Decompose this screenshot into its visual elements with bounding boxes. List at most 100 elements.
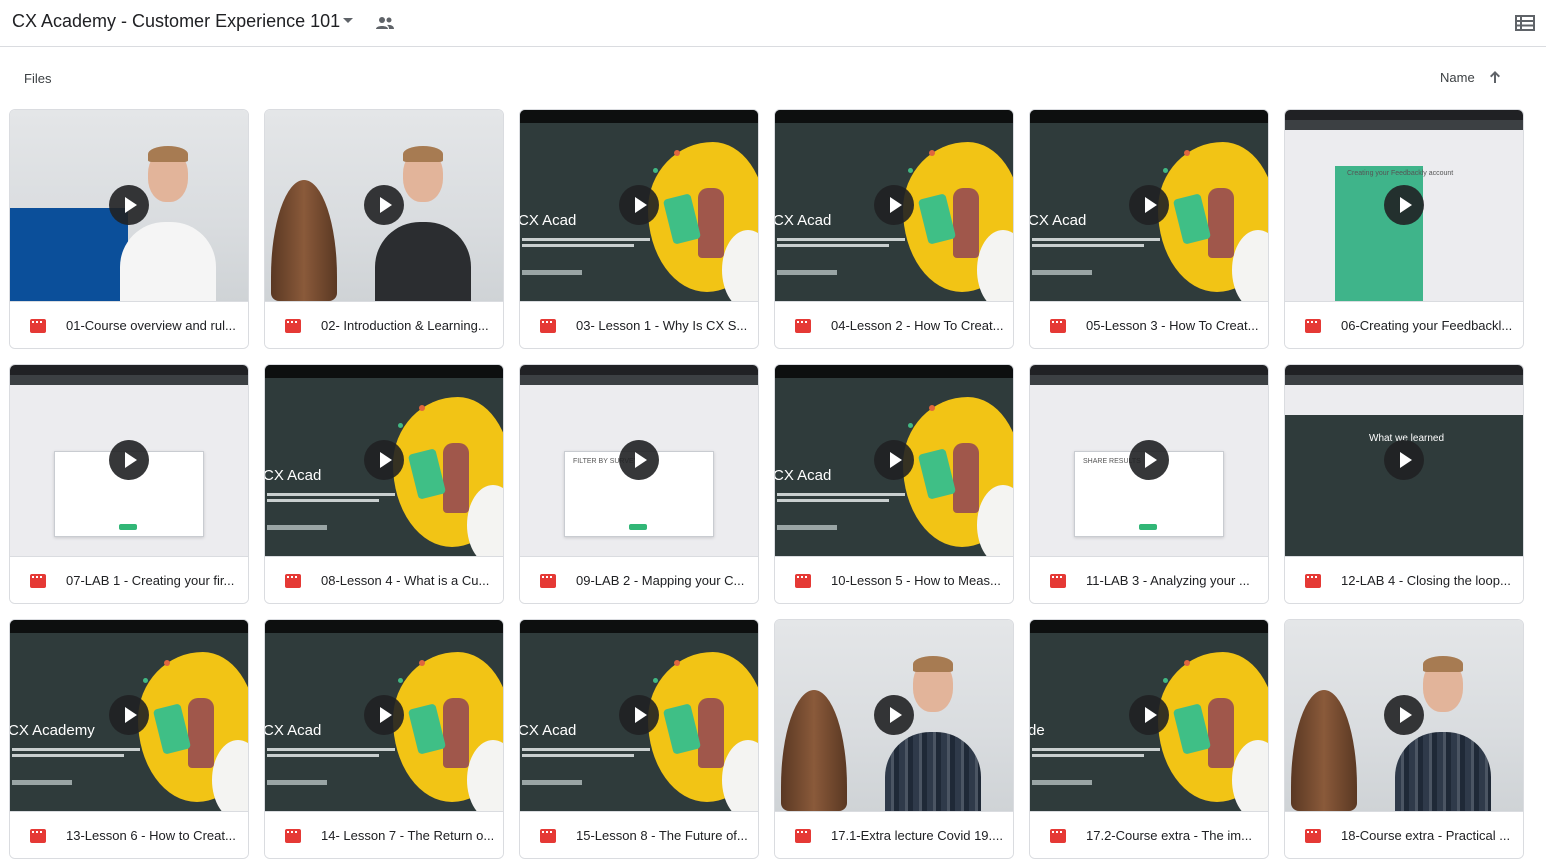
list-view-icon[interactable]: [1514, 13, 1536, 33]
file-card[interactable]: Creating your Feedbackly account 06-Creat…: [1284, 109, 1524, 349]
play-icon[interactable]: [619, 440, 659, 480]
file-name[interactable]: 11-LAB 3 - Analyzing your ...: [1086, 573, 1258, 588]
file-card[interactable]: 01-Course overview and rul...: [9, 109, 249, 349]
file-card[interactable]: CX Acad 05-Lesson 3 - How To Creat...: [1029, 109, 1269, 349]
video-thumbnail[interactable]: Creating your Feedbackly account: [1285, 110, 1523, 301]
file-card[interactable]: CX Acad 10-Lesson 5 - How to Meas...: [774, 364, 1014, 604]
slide-decoration: [267, 525, 327, 530]
video-thumbnail[interactable]: [775, 620, 1013, 811]
play-icon[interactable]: [874, 185, 914, 225]
file-card-footer: 13-Lesson 6 - How to Creat...: [10, 811, 248, 858]
file-name[interactable]: 10-Lesson 5 - How to Meas...: [831, 573, 1003, 588]
video-thumbnail[interactable]: SHARE RESULTS: [1030, 365, 1268, 556]
video-thumbnail[interactable]: CX Academy: [10, 620, 248, 811]
play-icon[interactable]: [619, 695, 659, 735]
play-icon[interactable]: [1384, 185, 1424, 225]
play-icon[interactable]: [874, 440, 914, 480]
video-thumbnail[interactable]: CX Acad: [265, 620, 503, 811]
play-icon[interactable]: [364, 440, 404, 480]
slide-decoration: [188, 698, 214, 768]
file-card[interactable]: SHARE RESULTS 11-LAB 3 - Analyzing your .…: [1029, 364, 1269, 604]
video-thumbnail[interactable]: What we learned: [1285, 365, 1523, 556]
play-icon[interactable]: [1129, 440, 1169, 480]
file-card[interactable]: de 17.2-Course extra - The im...: [1029, 619, 1269, 859]
video-thumbnail[interactable]: [10, 110, 248, 301]
play-icon[interactable]: [1129, 695, 1169, 735]
file-name[interactable]: 08-Lesson 4 - What is a Cu...: [321, 573, 493, 588]
play-icon[interactable]: [109, 185, 149, 225]
play-icon[interactable]: [1384, 695, 1424, 735]
file-name[interactable]: 01-Course overview and rul...: [66, 318, 238, 333]
file-card-footer: 17.2-Course extra - The im...: [1030, 811, 1268, 858]
play-icon[interactable]: [1384, 440, 1424, 480]
file-card[interactable]: 18-Course extra - Practical ...: [1284, 619, 1524, 859]
video-thumbnail[interactable]: CX Acad: [520, 110, 758, 301]
play-icon[interactable]: [619, 185, 659, 225]
video-file-icon: [1050, 574, 1066, 588]
file-name[interactable]: 06-Creating your Feedbackl...: [1341, 318, 1513, 333]
file-card[interactable]: CX Acad 15-Lesson 8 - The Future of...: [519, 619, 759, 859]
file-name[interactable]: 09-LAB 2 - Mapping your C...: [576, 573, 748, 588]
file-name[interactable]: 15-Lesson 8 - The Future of...: [576, 828, 748, 843]
file-name[interactable]: 07-LAB 1 - Creating your fir...: [66, 573, 238, 588]
video-thumbnail[interactable]: de: [1030, 620, 1268, 811]
play-icon[interactable]: [1129, 185, 1169, 225]
file-name[interactable]: 02- Introduction & Learning...: [321, 318, 493, 333]
file-name[interactable]: 18-Course extra - Practical ...: [1341, 828, 1513, 843]
file-card-footer: 07-LAB 1 - Creating your fir...: [10, 556, 248, 603]
slide-decoration: [653, 168, 658, 173]
slide-decoration: [12, 754, 124, 757]
slide-decoration: [929, 405, 935, 411]
sort-by-name-button[interactable]: Name: [1440, 70, 1475, 85]
file-name[interactable]: 12-LAB 4 - Closing the loop...: [1341, 573, 1513, 588]
video-thumbnail[interactable]: CX Acad: [265, 365, 503, 556]
file-name[interactable]: 05-Lesson 3 - How To Creat...: [1086, 318, 1258, 333]
play-icon[interactable]: [364, 185, 404, 225]
play-icon[interactable]: [874, 695, 914, 735]
slide-decoration: [908, 168, 913, 173]
video-thumbnail[interactable]: CX Acad: [520, 620, 758, 811]
file-card[interactable]: CX Academy 13-Lesson 6 - How to Creat...: [9, 619, 249, 859]
dialog-button: [629, 524, 647, 530]
file-name[interactable]: 14- Lesson 7 - The Return o...: [321, 828, 493, 843]
video-thumbnail[interactable]: CX Acad: [1030, 110, 1268, 301]
video-thumbnail[interactable]: CX Acad: [775, 365, 1013, 556]
video-thumbnail[interactable]: FILTER BY SURVEY: [520, 365, 758, 556]
file-name[interactable]: 03- Lesson 1 - Why Is CX S...: [576, 318, 748, 333]
file-card[interactable]: CX Acad 04-Lesson 2 - How To Creat...: [774, 109, 1014, 349]
file-card[interactable]: 02- Introduction & Learning...: [264, 109, 504, 349]
folder-menu-caret-icon[interactable]: [343, 18, 353, 23]
surfboard-decoration: [1291, 690, 1357, 811]
sort-arrow-up-icon[interactable]: [1487, 69, 1503, 85]
file-name[interactable]: 13-Lesson 6 - How to Creat...: [66, 828, 238, 843]
shared-people-icon[interactable]: [374, 14, 396, 32]
file-card[interactable]: What we learned 12-LAB 4 - Closing the lo…: [1284, 364, 1524, 604]
file-card[interactable]: 07-LAB 1 - Creating your fir...: [9, 364, 249, 604]
play-icon[interactable]: [109, 695, 149, 735]
browser-url-bar: [520, 375, 758, 385]
file-card[interactable]: CX Acad 08-Lesson 4 - What is a Cu...: [264, 364, 504, 604]
video-thumbnail[interactable]: [10, 365, 248, 556]
play-icon[interactable]: [364, 695, 404, 735]
file-card[interactable]: CX Acad 03- Lesson 1 - Why Is CX S...: [519, 109, 759, 349]
slide-decoration: [1163, 678, 1168, 683]
play-icon[interactable]: [109, 440, 149, 480]
video-thumbnail[interactable]: CX Acad: [775, 110, 1013, 301]
video-thumbnail[interactable]: [1285, 620, 1523, 811]
file-name[interactable]: 04-Lesson 2 - How To Creat...: [831, 318, 1003, 333]
folder-title[interactable]: CX Academy - Customer Experience 101: [12, 11, 340, 32]
video-thumbnail[interactable]: [265, 110, 503, 301]
slide-decoration: [1184, 150, 1190, 156]
file-card[interactable]: FILTER BY SURVEY 09-LAB 2 - Mapping your …: [519, 364, 759, 604]
video-file-icon: [795, 829, 811, 843]
file-card[interactable]: CX Acad 14- Lesson 7 - The Return o...: [264, 619, 504, 859]
slide-decoration: [777, 499, 889, 502]
file-name[interactable]: 17.1-Extra lecture Covid 19....: [831, 828, 1003, 843]
slide-decoration: [267, 499, 379, 502]
slide-decoration: [267, 780, 327, 785]
file-card[interactable]: 17.1-Extra lecture Covid 19....: [774, 619, 1014, 859]
dialog-button: [1139, 524, 1157, 530]
slide-decoration: [1030, 110, 1268, 123]
slide-decoration: [775, 110, 1013, 123]
file-name[interactable]: 17.2-Course extra - The im...: [1086, 828, 1258, 843]
